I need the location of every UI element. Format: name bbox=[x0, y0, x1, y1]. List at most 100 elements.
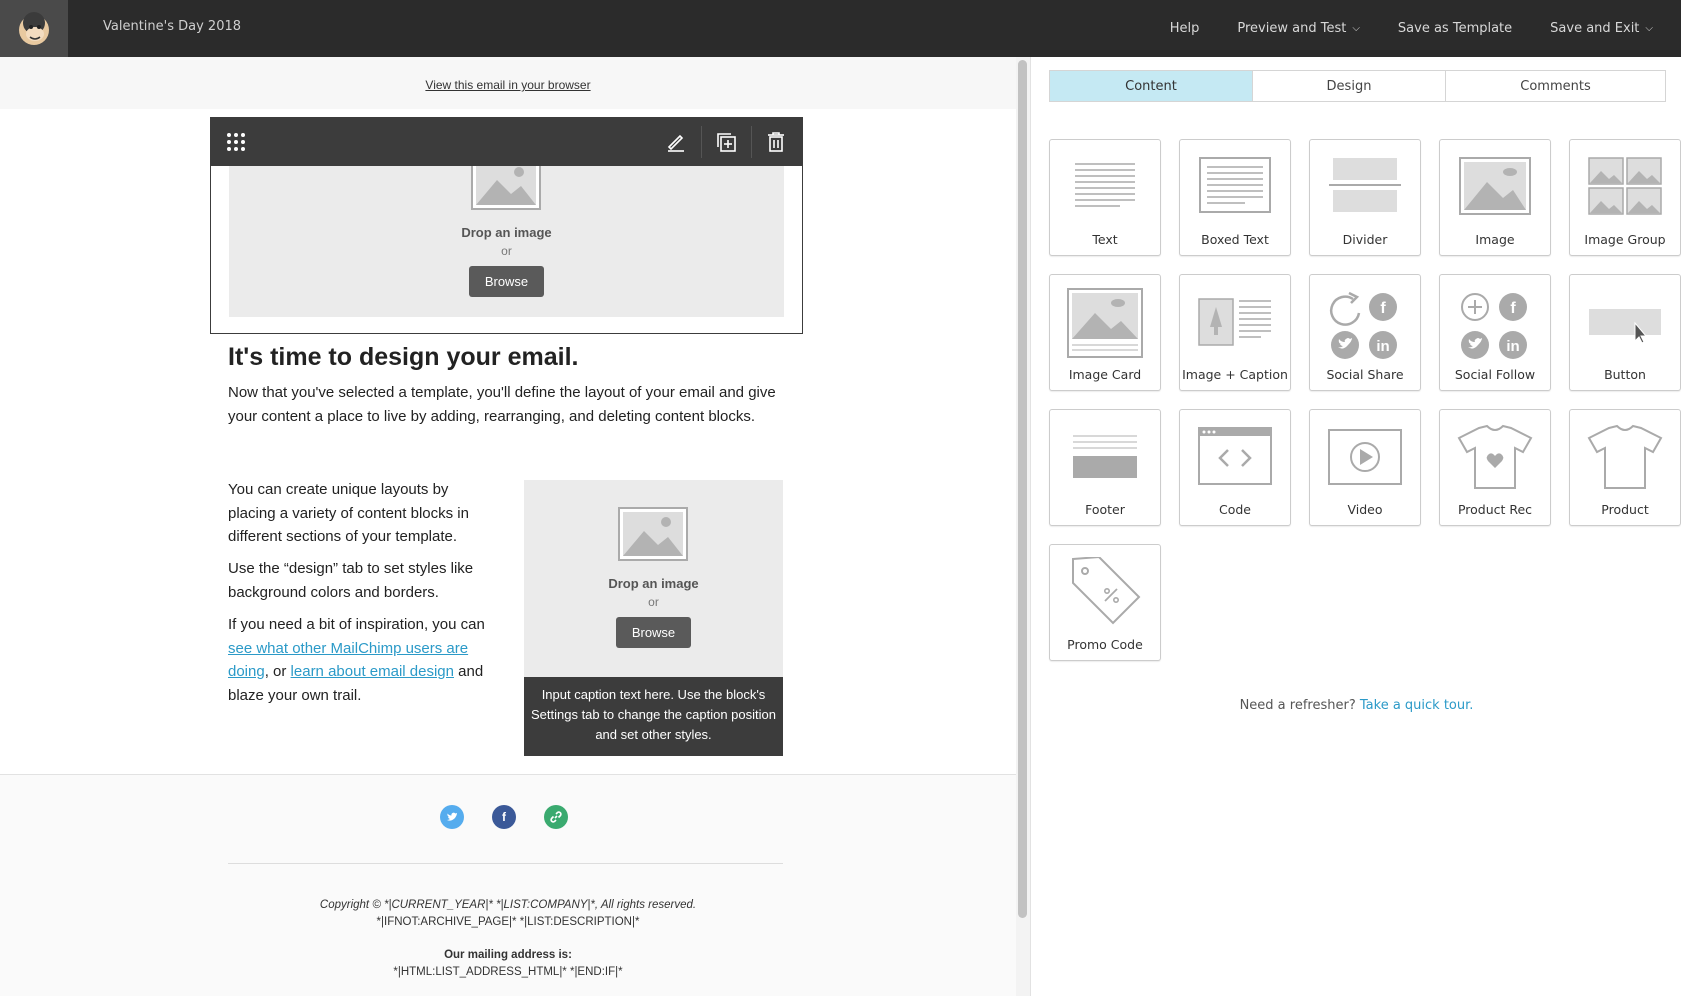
block-image-card[interactable]: Image Card bbox=[1049, 274, 1161, 391]
divider-icon bbox=[1329, 158, 1401, 212]
social-icons: f bbox=[440, 805, 568, 829]
quick-tour-link[interactable]: Take a quick tour. bbox=[1360, 698, 1474, 713]
block-label: Promo Code bbox=[1067, 637, 1143, 652]
browse-button[interactable]: Browse bbox=[468, 266, 545, 297]
block-boxed-text[interactable]: Boxed Text bbox=[1179, 139, 1291, 256]
intro-paragraph: Now that you've selected a template, you… bbox=[228, 384, 776, 425]
block-image-group[interactable]: Image Group bbox=[1569, 139, 1681, 256]
block-toolbar bbox=[211, 118, 802, 166]
or-text: , or bbox=[264, 663, 291, 680]
copyright-text: Copyright © *|CURRENT_YEAR|* *|LIST:COMP… bbox=[319, 899, 697, 911]
code-icon bbox=[1198, 427, 1272, 485]
block-social-share[interactable]: f in Social Share bbox=[1309, 274, 1421, 391]
inspiration-text: If you need a bit of inspiration, you ca… bbox=[228, 616, 485, 633]
social-follow-icon: f in bbox=[1461, 293, 1527, 359]
block-label: Social Share bbox=[1326, 367, 1404, 382]
svg-text:in: in bbox=[1506, 338, 1519, 355]
mailing-address-value: *|HTML:LIST_ADDRESS_HTML|* *|END:IF|* bbox=[393, 966, 623, 978]
canvas-scrollbar-thumb[interactable] bbox=[1018, 60, 1027, 918]
preview-test-menu[interactable]: Preview and Test ⌵ bbox=[1237, 21, 1360, 36]
video-icon bbox=[1328, 429, 1402, 485]
tab-comments[interactable]: Comments bbox=[1446, 71, 1665, 101]
column-paragraph-2: Use the “design” tab to set styles like … bbox=[228, 560, 474, 601]
svg-text:f: f bbox=[1380, 300, 1386, 317]
mailing-address-label: Our mailing address is: bbox=[444, 949, 572, 961]
save-and-exit-menu[interactable]: Save and Exit ⌵ bbox=[1550, 21, 1653, 36]
email-canvas: View this email in your browser Drop an … bbox=[0, 57, 1016, 996]
browse-button[interactable]: Browse bbox=[615, 617, 692, 648]
drag-handle-icon[interactable] bbox=[211, 118, 261, 166]
footer-divider bbox=[228, 863, 783, 864]
product-rec-icon bbox=[1457, 424, 1533, 489]
block-label: Product Rec bbox=[1457, 502, 1533, 517]
block-label: Text bbox=[1092, 232, 1118, 247]
tab-content[interactable]: Content bbox=[1050, 71, 1253, 101]
block-code[interactable]: Code bbox=[1179, 409, 1291, 526]
view-in-browser-link[interactable]: View this email in your browser bbox=[425, 78, 590, 92]
block-product-rec[interactable]: Product Rec bbox=[1439, 409, 1551, 526]
block-image[interactable]: Image bbox=[1439, 139, 1551, 256]
campaign-title: Valentine's Day 2018 bbox=[103, 19, 242, 34]
block-label: Image Group bbox=[1584, 232, 1666, 247]
edit-pencil-icon[interactable] bbox=[651, 118, 701, 166]
block-label: Image + Caption bbox=[1182, 367, 1288, 382]
block-label: Image Card bbox=[1068, 367, 1142, 382]
block-button[interactable]: Button bbox=[1569, 274, 1681, 391]
footer-block-icon bbox=[1073, 435, 1137, 478]
top-nav: Help Preview and Test ⌵ Save as Template … bbox=[1170, 0, 1681, 57]
column-paragraph-1: You can create unique layouts by placing… bbox=[228, 481, 469, 545]
block-label: Boxed Text bbox=[1201, 232, 1269, 247]
column-paragraph-3: If you need a bit of inspiration, you ca… bbox=[228, 613, 498, 707]
email-footer: f Copyright © *|CURRENT_YEAR|* *|LIST:CO… bbox=[0, 774, 1016, 996]
block-label: Code bbox=[1218, 502, 1251, 517]
preheader: View this email in your browser bbox=[0, 57, 1016, 109]
help-link[interactable]: Help bbox=[1170, 21, 1200, 36]
image-caption: Input caption text here. Use the block's… bbox=[524, 677, 783, 756]
image-drop-zone[interactable]: Drop an image or Browse bbox=[229, 158, 784, 317]
mailchimp-logo-icon[interactable] bbox=[0, 0, 68, 57]
chevron-down-icon: ⌵ bbox=[1645, 23, 1653, 34]
boxed-text-icon bbox=[1199, 157, 1271, 213]
block-product[interactable]: Product bbox=[1569, 409, 1681, 526]
refresher-text: Need a refresher? Take a quick tour. bbox=[1031, 698, 1681, 713]
image-caption-icon bbox=[1198, 298, 1271, 346]
preview-label: Preview and Test bbox=[1237, 21, 1347, 36]
block-footer[interactable]: Footer bbox=[1049, 409, 1161, 526]
twitter-icon[interactable] bbox=[440, 805, 464, 829]
block-label: Video bbox=[1347, 502, 1383, 517]
block-text[interactable]: Text bbox=[1049, 139, 1161, 256]
promo-tag-icon bbox=[1072, 557, 1141, 625]
or-label: or bbox=[648, 595, 659, 609]
or-label: or bbox=[501, 244, 512, 258]
image-placeholder-icon bbox=[618, 507, 688, 561]
email-design-link[interactable]: learn about email design bbox=[291, 663, 454, 680]
block-label: Image bbox=[1475, 232, 1515, 247]
svg-text:in: in bbox=[1376, 338, 1389, 355]
block-divider[interactable]: Divider bbox=[1309, 139, 1421, 256]
svg-text:f: f bbox=[1510, 300, 1516, 317]
block-label: Button bbox=[1604, 367, 1646, 382]
block-image-caption[interactable]: Image + Caption bbox=[1179, 274, 1291, 391]
duplicate-icon[interactable] bbox=[701, 118, 751, 166]
drop-image-label: Drop an image bbox=[608, 576, 699, 591]
content-panel: Content Design Comments Text Boxed Text … bbox=[1030, 57, 1681, 996]
tab-design[interactable]: Design bbox=[1253, 71, 1446, 101]
save-as-template-button[interactable]: Save as Template bbox=[1398, 21, 1512, 36]
top-bar: Valentine's Day 2018 Help Preview and Te… bbox=[0, 0, 1681, 57]
block-promo-code[interactable]: Promo Code bbox=[1049, 544, 1161, 661]
save-exit-label: Save and Exit bbox=[1550, 21, 1640, 36]
help-label: Help bbox=[1169, 21, 1200, 36]
caption-image-drop-zone[interactable]: Drop an image or Browse bbox=[524, 480, 783, 677]
save-template-label: Save as Template bbox=[1397, 21, 1513, 36]
block-video[interactable]: Video bbox=[1309, 409, 1421, 526]
product-icon bbox=[1587, 424, 1663, 489]
selected-image-block[interactable]: Drop an image or Browse bbox=[210, 117, 803, 334]
trash-icon[interactable] bbox=[751, 118, 801, 166]
drop-image-label: Drop an image bbox=[461, 225, 552, 240]
chevron-down-icon: ⌵ bbox=[1352, 23, 1360, 34]
block-social-follow[interactable]: f in Social Follow bbox=[1439, 274, 1551, 391]
social-share-icon: f in bbox=[1329, 291, 1397, 359]
link-icon[interactable] bbox=[544, 805, 568, 829]
facebook-icon[interactable]: f bbox=[492, 805, 516, 829]
archive-merge-text: *|IFNOT:ARCHIVE_PAGE|* *|LIST:DESCRIPTIO… bbox=[376, 916, 640, 928]
